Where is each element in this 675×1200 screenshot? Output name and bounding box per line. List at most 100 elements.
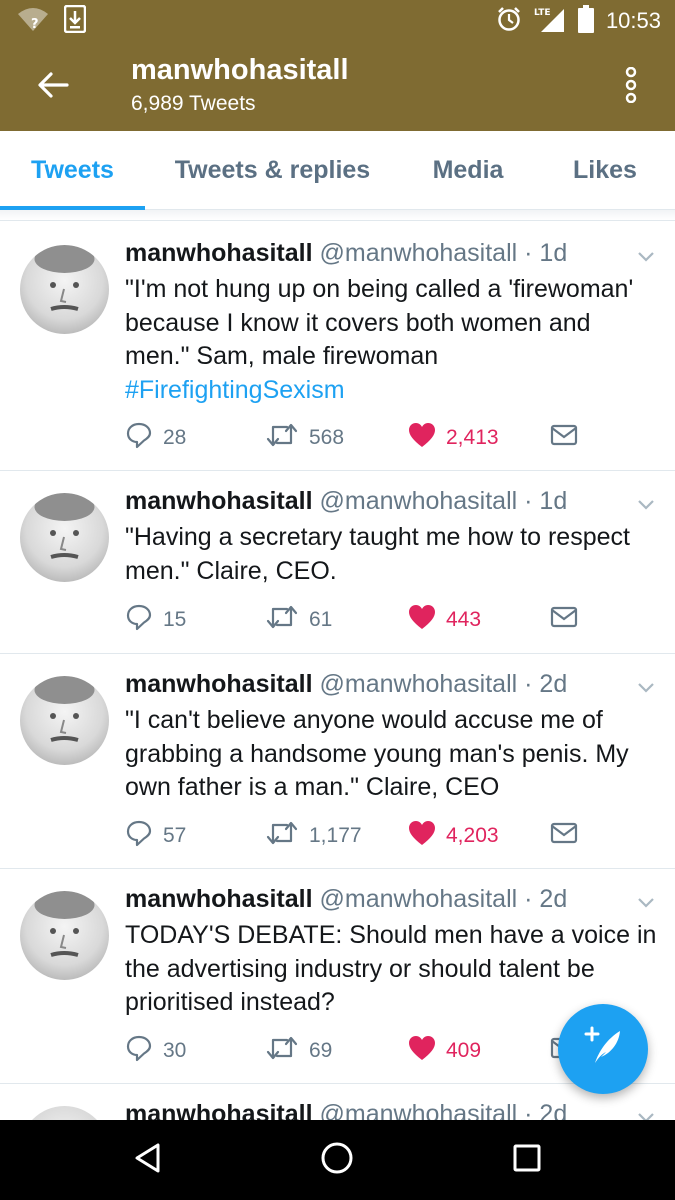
avatar[interactable] <box>20 245 109 334</box>
chevron-down-icon <box>637 497 655 515</box>
like-count: 409 <box>446 1039 482 1062</box>
circle-home-icon <box>320 1141 354 1180</box>
reply-icon <box>125 603 153 637</box>
tweet-actions: 57 1,177 4,203 <box>125 819 595 853</box>
compose-feather-icon <box>581 1025 625 1074</box>
tweet-header: manwhohasitall @manwhohasitall · 2d <box>125 670 605 704</box>
reply-icon <box>125 1034 153 1068</box>
reply-button[interactable]: 57 <box>125 819 186 853</box>
reply-button[interactable]: 30 <box>125 1034 186 1068</box>
chevron-down-icon <box>637 1110 655 1120</box>
nav-recents-button[interactable] <box>497 1140 557 1180</box>
like-button[interactable]: 443 <box>408 603 481 637</box>
tweet-actions: 30 69 409 <box>125 1034 595 1068</box>
profile-tabs: Tweets Tweets & replies Media Likes <box>0 131 675 210</box>
direct-message-button[interactable] <box>550 603 578 637</box>
author-name[interactable]: manwhohasitall <box>125 1100 313 1120</box>
tweet-item[interactable]: manwhohasitall @manwhohasitall · 2d "I c… <box>0 653 675 868</box>
envelope-icon <box>550 822 578 850</box>
envelope-icon <box>550 424 578 452</box>
author-name[interactable]: manwhohasitall <box>125 487 313 515</box>
hashtag-link[interactable]: #FirefightingSexism <box>125 376 345 404</box>
tweet-item[interactable]: manwhohasitall @manwhohasitall · 1d "I'm… <box>0 220 675 470</box>
author-name[interactable]: manwhohasitall <box>125 885 313 913</box>
lte-signal-icon: LTE <box>534 5 566 38</box>
envelope-icon <box>550 606 578 634</box>
author-name[interactable]: manwhohasitall <box>125 670 313 698</box>
retweet-button[interactable]: 69 <box>265 1034 332 1068</box>
author-name[interactable]: manwhohasitall <box>125 239 313 267</box>
battery-icon <box>577 4 594 38</box>
tweet-body: TODAY'S DEBATE: Should men have a voice … <box>125 921 657 1016</box>
like-button[interactable]: 409 <box>408 1034 481 1068</box>
tab-tweets-and-replies[interactable]: Tweets & replies <box>150 131 395 210</box>
svg-text:?: ? <box>31 17 39 32</box>
triangle-back-icon <box>133 1142 163 1179</box>
author-handle-time: @manwhohasitall · 2d <box>319 1100 568 1120</box>
square-recents-icon <box>512 1143 542 1178</box>
tweet-text: "I'm not hung up on being called a 'fire… <box>125 273 660 407</box>
tweet-header: manwhohasitall @manwhohasitall · 2d <box>125 885 605 919</box>
tweet-text: "I can't believe anyone would accuse me … <box>125 704 660 805</box>
reply-count: 30 <box>163 1039 187 1062</box>
status-bar: ? LTE 10:53 <box>0 0 675 42</box>
tweet-menu-button[interactable] <box>633 1109 659 1120</box>
retweet-count: 1,177 <box>309 824 362 847</box>
like-button[interactable]: 2,413 <box>408 421 499 455</box>
tweet-menu-button[interactable] <box>633 894 659 914</box>
direct-message-button[interactable] <box>550 819 578 853</box>
retweet-icon <box>265 604 299 636</box>
author-handle-time: @manwhohasitall · 2d <box>319 670 568 698</box>
wifi-unknown-icon: ? <box>16 6 50 37</box>
tweet-menu-button[interactable] <box>633 679 659 699</box>
heart-icon <box>408 604 436 636</box>
back-button[interactable] <box>30 64 76 110</box>
retweet-icon <box>265 820 299 852</box>
app-bar: manwhohasitall 6,989 Tweets <box>0 42 675 131</box>
svg-text:LTE: LTE <box>534 8 551 18</box>
avatar[interactable] <box>20 891 109 980</box>
like-count: 443 <box>446 608 482 631</box>
avatar[interactable] <box>20 493 109 582</box>
tab-likes[interactable]: Likes <box>540 131 670 210</box>
author-handle-time: @manwhohasitall · 1d <box>319 239 568 267</box>
tweet-feed[interactable]: manwhohasitall @manwhohasitall · 1d "I'm… <box>0 220 675 1120</box>
arrow-left-icon <box>37 71 69 103</box>
reply-count: 57 <box>163 824 187 847</box>
like-count: 4,203 <box>446 824 499 847</box>
retweet-count: 61 <box>309 608 333 631</box>
reply-icon <box>125 421 153 455</box>
like-button[interactable]: 4,203 <box>408 819 499 853</box>
overflow-menu-button[interactable] <box>617 64 645 110</box>
system-nav-bar <box>0 1120 675 1200</box>
chevron-down-icon <box>637 680 655 698</box>
chevron-down-icon <box>637 895 655 913</box>
avatar[interactable] <box>20 1106 109 1120</box>
retweet-button[interactable]: 1,177 <box>265 819 362 853</box>
retweet-button[interactable]: 568 <box>265 421 344 455</box>
tweet-item[interactable]: manwhohasitall @manwhohasitall · 2d <box>0 1083 675 1120</box>
retweet-button[interactable]: 61 <box>265 603 332 637</box>
tab-media[interactable]: Media <box>410 131 526 210</box>
direct-message-button[interactable] <box>550 421 578 455</box>
tweet-menu-button[interactable] <box>633 248 659 268</box>
tweet-menu-button[interactable] <box>633 496 659 516</box>
heart-icon <box>408 820 436 852</box>
reply-button[interactable]: 28 <box>125 421 186 455</box>
profile-name: manwhohasitall <box>131 54 349 86</box>
tweet-item[interactable]: manwhohasitall @manwhohasitall · 1d "Hav… <box>0 470 675 653</box>
compose-tweet-button[interactable] <box>558 1004 648 1094</box>
retweet-count: 568 <box>309 426 345 449</box>
nav-back-button[interactable] <box>118 1140 178 1180</box>
retweet-count: 69 <box>309 1039 333 1062</box>
alarm-icon <box>496 6 522 37</box>
reply-count: 28 <box>163 426 187 449</box>
avatar[interactable] <box>20 676 109 765</box>
nav-home-button[interactable] <box>307 1140 367 1180</box>
tweet-header: manwhohasitall @manwhohasitall · 1d <box>125 239 605 273</box>
reply-button[interactable]: 15 <box>125 603 186 637</box>
tab-tweets[interactable]: Tweets <box>0 131 145 210</box>
tab-divider <box>0 210 675 220</box>
heart-icon <box>408 1035 436 1067</box>
clock-time: 10:53 <box>605 8 661 33</box>
